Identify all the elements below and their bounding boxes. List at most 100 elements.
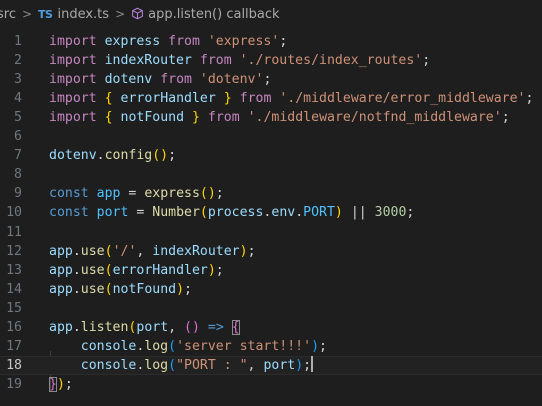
code-line[interactable]: 16 app.listen(port, () => { bbox=[0, 318, 542, 337]
code-line[interactable]: 12 app.use('/', indexRouter); bbox=[0, 242, 542, 261]
code-line[interactable]: 15 bbox=[0, 299, 542, 318]
code-token: './middleware/notfnd_middleware' bbox=[247, 110, 502, 126]
line-number: 15 bbox=[6, 300, 22, 316]
code-line[interactable]: 5 import { notFound } from './middleware/… bbox=[0, 108, 542, 127]
line-number: 8 bbox=[14, 167, 22, 183]
code-token: use bbox=[80, 262, 105, 278]
code-token: port bbox=[96, 205, 129, 221]
code-token: . bbox=[295, 205, 304, 221]
code-token: ; bbox=[168, 148, 177, 164]
line-number: 7 bbox=[14, 148, 22, 164]
line-number: 10 bbox=[6, 205, 22, 221]
code-token: console bbox=[80, 338, 137, 354]
code-token: app bbox=[49, 319, 73, 335]
code-token: Number bbox=[152, 205, 200, 221]
code-token: from bbox=[160, 72, 192, 88]
code-token: express bbox=[144, 186, 200, 202]
line-number: 13 bbox=[6, 262, 22, 278]
code-token: 'express' bbox=[207, 34, 280, 49]
line-number: 12 bbox=[6, 243, 22, 259]
code-line[interactable]: 19}); bbox=[0, 375, 542, 394]
line-number: 19 bbox=[6, 376, 22, 392]
code-token: import bbox=[49, 72, 97, 88]
text-cursor bbox=[311, 355, 313, 372]
code-line[interactable]: 8 bbox=[0, 165, 542, 184]
code-text: console.log("PORT : ", port); bbox=[49, 355, 313, 375]
breadcrumb-folder[interactable]: src bbox=[0, 7, 16, 22]
code-line[interactable]: 13 app.use(errorHandler); bbox=[0, 261, 542, 280]
code-line[interactable]: 4 import { errorHandler } from './middlew… bbox=[0, 89, 542, 108]
code-token: ( bbox=[104, 281, 113, 297]
code-token: 'dotenv' bbox=[199, 72, 264, 88]
code-token: dotenv bbox=[104, 72, 153, 88]
code-token: process bbox=[207, 205, 264, 221]
code-text: app.listen(port, () => { bbox=[49, 318, 240, 337]
code-token: . bbox=[72, 281, 81, 297]
code-token: indexRouter bbox=[152, 243, 240, 259]
code-text: app.use('/', indexRouter); bbox=[49, 242, 256, 261]
code-token: ( bbox=[104, 262, 113, 278]
code-token: './middleware/error_middleware' bbox=[279, 91, 526, 107]
code-text: import indexRouter from './routes/index_… bbox=[49, 51, 430, 70]
code-token: ; bbox=[422, 53, 431, 69]
code-token: 3000 bbox=[374, 205, 407, 221]
code-line[interactable]: 10 const port = Number(process.env.PORT) … bbox=[0, 203, 542, 222]
code-token: ; bbox=[215, 262, 224, 278]
code-token: ) bbox=[334, 205, 343, 221]
code-token: ) bbox=[311, 338, 320, 354]
code-token: errorHandler bbox=[120, 91, 216, 107]
code-line[interactable]: 11 bbox=[0, 223, 542, 242]
code-token: } bbox=[223, 91, 232, 107]
code-text: app.use(notFound); bbox=[49, 280, 192, 299]
code-token: notFound bbox=[112, 281, 177, 297]
code-token: listen bbox=[80, 319, 129, 335]
code-editor[interactable]: 1 import express from 'express'; 2 import i… bbox=[0, 28, 542, 406]
method-cube-icon bbox=[132, 7, 144, 19]
code-text: import dotenv from 'dotenv'; bbox=[49, 70, 271, 89]
breadcrumb-file[interactable]: TS index.ts bbox=[38, 7, 109, 22]
code-token: ( bbox=[168, 357, 177, 373]
code-token: from bbox=[199, 53, 232, 69]
breadcrumb-symbol-label: app.listen() callback bbox=[148, 6, 280, 22]
code-line[interactable]: 9 const app = express(); bbox=[0, 184, 542, 203]
code-line[interactable]: 1 import express from 'express'; bbox=[0, 32, 542, 51]
code-line[interactable]: 17 console.log('server start!!!'); bbox=[0, 337, 542, 356]
code-token: { bbox=[104, 110, 113, 126]
code-token: env bbox=[271, 205, 296, 221]
code-line[interactable]: 14 app.use(notFound); bbox=[0, 280, 542, 299]
code-token: ) bbox=[176, 281, 185, 297]
code-line[interactable]: 7 dotenv.config(); bbox=[0, 146, 542, 165]
code-token: indexRouter bbox=[104, 53, 192, 69]
code-line[interactable]: 6 bbox=[0, 127, 542, 146]
breadcrumb-symbol[interactable]: app.listen() callback bbox=[131, 6, 280, 22]
code-line[interactable]: 18 console.log("PORT : ", port); bbox=[0, 355, 542, 375]
line-number: 17 bbox=[6, 338, 22, 354]
code-token: app bbox=[49, 262, 73, 278]
code-line[interactable]: 2 import indexRouter from './routes/index… bbox=[0, 51, 542, 70]
code-text: app.use(errorHandler); bbox=[49, 261, 224, 280]
code-token: from bbox=[239, 91, 272, 107]
code-token: { bbox=[231, 319, 240, 335]
code-token: . bbox=[72, 319, 81, 335]
code-token: ; bbox=[501, 110, 510, 126]
code-token: use bbox=[80, 243, 105, 259]
code-line[interactable]: 3 import dotenv from 'dotenv'; bbox=[0, 70, 542, 89]
line-number: 18 bbox=[6, 357, 22, 373]
code-token: ) bbox=[239, 243, 248, 259]
chevron-right-icon: > bbox=[115, 7, 126, 21]
code-token: ( bbox=[199, 205, 208, 221]
code-token: 'server start!!!' bbox=[176, 338, 312, 354]
code-token: ) bbox=[56, 376, 65, 392]
